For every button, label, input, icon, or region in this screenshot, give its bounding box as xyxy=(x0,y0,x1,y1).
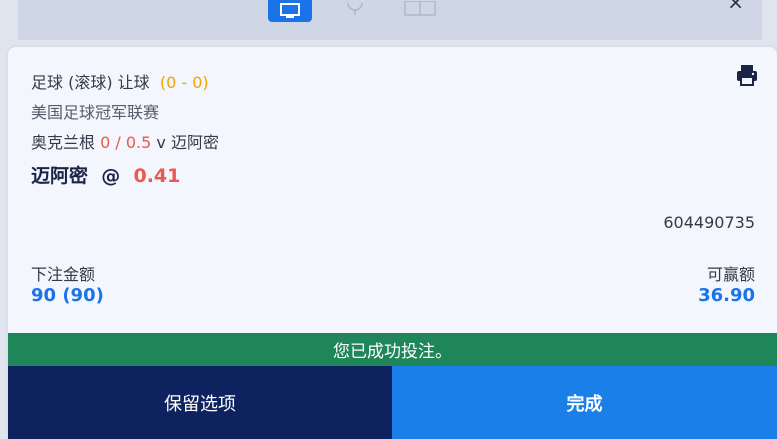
bet-receipt-card: 足球 (滚球) 让球 (0 - 0) 美国足球冠军联赛 奥克兰根 0 / 0.5… xyxy=(8,47,777,439)
potential-win-label: 可赢额 xyxy=(706,265,755,284)
selection-name: 迈阿密 xyxy=(31,165,89,187)
print-icon[interactable] xyxy=(735,63,759,87)
potential-win-value: 36.90 xyxy=(698,285,755,306)
live-score: (0 - 0) xyxy=(159,73,209,92)
top-tab-bar: × xyxy=(18,0,762,40)
odds-value: 0.41 xyxy=(133,165,181,187)
match-line: 奥克兰根 0 / 0.5 v 迈阿密 xyxy=(31,129,219,153)
microphone-icon[interactable] xyxy=(342,0,368,18)
bet-reference-number: 604490735 xyxy=(663,213,755,232)
market-line: 足球 (滚球) 让球 (0 - 0) xyxy=(31,69,209,93)
away-team: 迈阿密 xyxy=(170,133,219,152)
success-banner: 您已成功投注。 xyxy=(8,333,777,366)
selection-line: 迈阿密 @ 0.41 xyxy=(31,161,180,188)
league-name: 美国足球冠军联赛 xyxy=(31,103,160,122)
stake-label: 下注金额 xyxy=(31,265,96,284)
handicap-value: 0 / 0.5 xyxy=(100,133,152,152)
versus-label: v xyxy=(156,133,166,152)
home-team: 奥克兰根 xyxy=(31,133,96,152)
keep-selections-button[interactable]: 保留选项 xyxy=(8,366,392,439)
done-button[interactable]: 完成 xyxy=(392,366,777,439)
stake-value: 90 (90) xyxy=(31,285,104,306)
market-name: 足球 (滚球) 让球 xyxy=(31,73,150,92)
court-icon[interactable] xyxy=(402,0,438,18)
at-symbol: @ xyxy=(101,165,121,187)
close-icon[interactable]: × xyxy=(727,0,744,14)
tv-icon[interactable] xyxy=(268,0,312,22)
